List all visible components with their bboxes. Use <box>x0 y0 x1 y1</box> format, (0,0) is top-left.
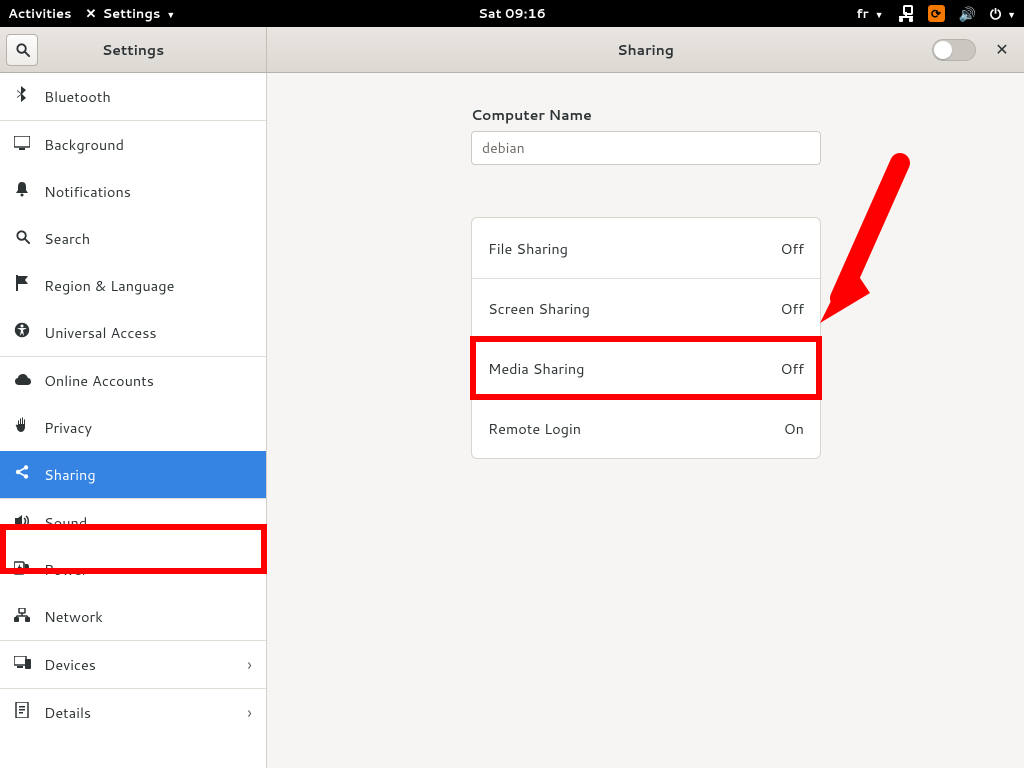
sidebar-item-notifications[interactable]: Notifications <box>0 168 266 215</box>
share-icon <box>14 464 30 485</box>
chevron-down-icon: ▼ <box>875 8 884 21</box>
sidebar-item-universal[interactable]: Universal Access <box>0 309 266 356</box>
keyboard-layout-label: fr <box>856 5 868 23</box>
sidebar-item-sharing[interactable]: Sharing <box>0 451 266 498</box>
details-icon <box>14 702 30 723</box>
accessibility-icon <box>14 322 30 343</box>
chevron-right-icon: › <box>247 653 252 677</box>
sharing-row-status: Off <box>780 298 804 319</box>
notifications-icon <box>14 181 30 202</box>
sidebar-item-search[interactable]: Search <box>0 215 266 262</box>
sidebar-title: Settings <box>0 40 266 60</box>
system-menu[interactable]: ⏻ ▼ <box>990 4 1016 24</box>
network-icon <box>14 606 30 627</box>
sharing-row-file-sharing[interactable]: File Sharing Off <box>472 218 820 278</box>
sidebar-item-label: Sharing <box>44 464 96 485</box>
settings-window: Settings Sharing ✕ Bluetooth Background No… <box>0 27 1024 768</box>
devices-icon <box>14 654 30 675</box>
search-icon <box>15 42 30 57</box>
activities-button[interactable]: Activities <box>8 5 72 23</box>
search-icon <box>14 228 30 249</box>
sidebar-item-sound[interactable]: Sound <box>0 499 266 546</box>
sharing-row-status: On <box>784 418 804 439</box>
sidebar-item-label: Region & Language <box>44 275 174 296</box>
cloud-icon <box>14 370 30 391</box>
sidebar-item-label: Search <box>44 228 90 249</box>
keyboard-layout-indicator[interactable]: fr ▼ <box>856 5 883 23</box>
page-title: Sharing <box>617 40 674 60</box>
computer-name-input[interactable] <box>471 131 821 165</box>
sidebar-item-label: Power <box>44 559 87 580</box>
hand-icon <box>14 417 30 438</box>
close-button[interactable]: ✕ <box>986 34 1018 66</box>
clock[interactable]: Sat 09:16 <box>478 5 546 23</box>
sharing-row-label: Remote Login <box>488 418 581 439</box>
sharing-row-remote-login[interactable]: Remote Login On <box>472 398 820 458</box>
sharing-row-status: Off <box>780 358 804 379</box>
chevron-down-icon: ▼ <box>166 8 175 21</box>
sidebar-item-label: Sound <box>44 512 87 533</box>
chevron-down-icon: ▼ <box>1007 8 1016 21</box>
sharing-options-list: File SharingOffScreen SharingOffMedia Sh… <box>471 217 821 459</box>
software-update-icon[interactable]: ⟳ <box>928 5 945 22</box>
settings-app-icon: ✕ <box>86 5 97 23</box>
close-icon: ✕ <box>995 38 1008 61</box>
sidebar-item-label: Notifications <box>44 181 131 202</box>
background-icon <box>14 134 30 155</box>
sidebar-item-devices[interactable]: Devices › <box>0 641 266 688</box>
sidebar-item-region[interactable]: Region & Language <box>0 262 266 309</box>
sharing-row-label: File Sharing <box>488 238 568 259</box>
sidebar-item-background[interactable]: Background <box>0 121 266 168</box>
app-menu-label: Settings <box>102 5 160 23</box>
computer-name-label: Computer Name <box>471 105 821 125</box>
sidebar-item-network[interactable]: Network <box>0 593 266 640</box>
speaker-icon <box>14 512 30 533</box>
sidebar-item-label: Network <box>44 606 103 627</box>
sharing-row-status: Off <box>780 238 804 259</box>
sidebar-item-power[interactable]: Power <box>0 546 266 593</box>
sidebar-item-label: Privacy <box>44 417 92 438</box>
sidebar-item-privacy[interactable]: Privacy <box>0 404 266 451</box>
sharing-row-screen-sharing[interactable]: Screen Sharing Off <box>472 278 820 338</box>
sidebar-item-label: Devices <box>44 654 96 675</box>
sidebar-item-label: Online Accounts <box>44 370 154 391</box>
search-button[interactable] <box>6 34 38 66</box>
sidebar-item-label: Background <box>44 134 124 155</box>
power-icon: ⏻ <box>990 4 1001 24</box>
sharing-master-toggle[interactable] <box>932 39 976 61</box>
sidebar-item-online[interactable]: Online Accounts <box>0 357 266 404</box>
header-bar: Settings Sharing ✕ <box>0 27 1024 73</box>
sharing-row-label: Media Sharing <box>488 358 584 379</box>
volume-icon[interactable]: 🔊 <box>959 4 976 24</box>
network-status-icon[interactable] <box>898 6 914 22</box>
sidebar-item-label: Universal Access <box>44 322 157 343</box>
sharing-row-media-sharing[interactable]: Media Sharing Off <box>472 338 820 398</box>
chevron-right-icon: › <box>247 701 252 725</box>
bluetooth-icon <box>14 86 30 107</box>
sidebar-item-bluetooth[interactable]: Bluetooth <box>0 73 266 120</box>
gnome-top-bar: Activities ✕ Settings ▼ Sat 09:16 fr ▼ ⟳… <box>0 0 1024 27</box>
sidebar-item-label: Details <box>44 702 91 723</box>
sidebar-item-label: Bluetooth <box>44 86 111 107</box>
sharing-panel: Computer Name File SharingOffScreen Shar… <box>267 73 1024 768</box>
sharing-row-label: Screen Sharing <box>488 298 590 319</box>
settings-sidebar: Bluetooth Background Notifications Search Re… <box>0 73 267 768</box>
flag-icon <box>14 275 30 296</box>
sidebar-item-details[interactable]: Details › <box>0 689 266 736</box>
app-menu[interactable]: ✕ Settings ▼ <box>86 5 176 23</box>
battery-icon <box>14 559 30 580</box>
